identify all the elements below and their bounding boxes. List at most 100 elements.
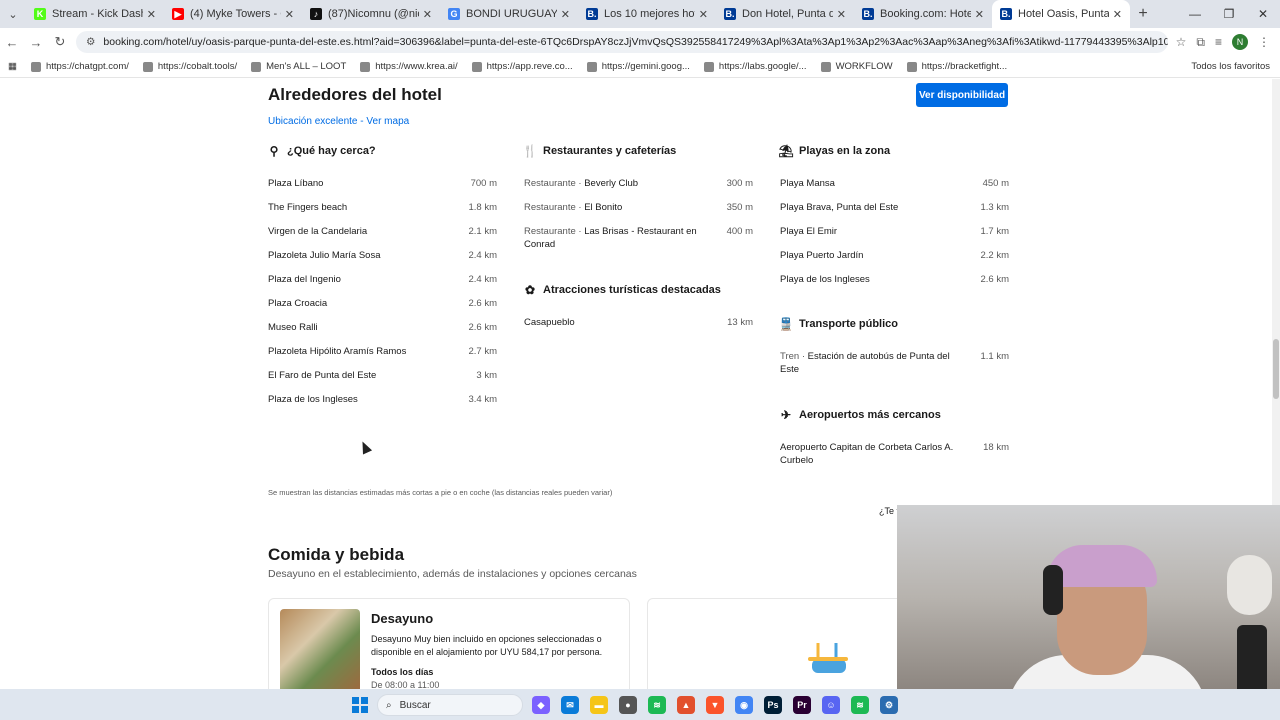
partial-question-link[interactable]: ¿Te f: [879, 506, 899, 516]
mouse-cursor: [357, 439, 373, 455]
bookmark-item[interactable]: https://cobalt.tools/: [142, 61, 237, 72]
place-name: Restaurante · Las Brisas - Restaurant en…: [524, 225, 699, 251]
tab-close-icon[interactable]: ✕: [699, 8, 708, 21]
place-name: Plaza Líbano: [268, 177, 323, 190]
check-availability-button[interactable]: Ver disponibilidad: [916, 83, 1008, 107]
place-name-text: Plaza del Ingenio: [268, 274, 341, 285]
obs-icon[interactable]: ●: [619, 696, 637, 714]
place-row: Playa Puerto Jardín 2.2 km: [780, 249, 1009, 262]
apps-icon[interactable]: ▦: [8, 61, 17, 72]
attraction-icon: ✿: [524, 283, 536, 297]
place-distance: 2.1 km: [468, 226, 497, 237]
site-info-icon[interactable]: ⚙: [86, 36, 95, 48]
bookmark-item[interactable]: https://chatgpt.com/: [30, 61, 129, 72]
bookmark-item[interactable]: https://gemini.goog...: [586, 61, 690, 72]
bookmark-item[interactable]: Men's ALL – LOOT: [251, 61, 346, 72]
bookmark-star-icon[interactable]: ☆: [1176, 35, 1187, 49]
tab-search-icon[interactable]: ⌄: [0, 8, 26, 21]
bookmark-label: https://gemini.goog...: [601, 61, 690, 72]
tab-close-icon[interactable]: ✕: [975, 8, 984, 21]
menu-icon[interactable]: ⋮: [1258, 35, 1270, 49]
place-row: Plaza Croacia 2.6 km: [268, 297, 497, 310]
tab-close-icon[interactable]: ✕: [423, 8, 432, 21]
restaurants-title: Restaurantes y cafeterías: [543, 145, 677, 157]
bookmark-item[interactable]: https://app.reve.co...: [471, 61, 573, 72]
tab-favicon-icon: K: [34, 8, 46, 20]
extensions-icon[interactable]: ⧉: [1196, 35, 1205, 50]
bookmark-item[interactable]: https://bracketfight...: [906, 61, 1007, 72]
attractions-heading: ✿ Atracciones turísticas destacadas: [524, 283, 753, 297]
back-icon[interactable]: ←: [0, 35, 24, 50]
bookmark-item[interactable]: WORKFLOW: [820, 61, 893, 72]
tab-close-icon[interactable]: ✕: [837, 8, 846, 21]
close-window-icon[interactable]: ✕: [1246, 0, 1280, 28]
all-bookmarks[interactable]: Todos los favoritos: [1191, 61, 1270, 72]
chrome-icon[interactable]: ◉: [735, 696, 753, 714]
premiere-icon[interactable]: Pr: [793, 696, 811, 714]
place-name: The Fingers beach: [268, 201, 347, 214]
place-name: Playa Brava, Punta del Este: [780, 201, 898, 214]
browser-tab[interactable]: G BONDI URUGUAY - Busca ✕: [440, 0, 578, 28]
webcam-person-cap: [1047, 545, 1157, 587]
tab-close-icon[interactable]: ✕: [147, 8, 156, 21]
place-name-text: El Faro de Punta del Este: [268, 370, 377, 381]
place-row: Museo Ralli 2.6 km: [268, 321, 497, 334]
place-row: Plaza de los Ingleses 3.4 km: [268, 393, 497, 406]
outlook-icon[interactable]: ✉: [561, 696, 579, 714]
browser-tab[interactable]: B. Los 10 mejores hoteles de ✕: [578, 0, 716, 28]
tab-favicon-icon: B.: [1000, 8, 1012, 20]
tab-label: Los 10 mejores hoteles de: [604, 8, 695, 20]
tab-close-icon[interactable]: ✕: [1113, 8, 1122, 21]
bookmark-item[interactable]: https://www.krea.ai/: [360, 61, 458, 72]
taskbar-search-placeholder: Buscar: [399, 699, 431, 711]
place-name: Playa El Emir: [780, 225, 837, 238]
place-distance: 2.2 km: [980, 250, 1009, 261]
spotify-icon[interactable]: ≋: [648, 696, 666, 714]
nearby-column: ⚲ ¿Qué hay cerca? Plaza Líbano 700 m The Fi…: [268, 144, 497, 417]
bookmark-favicon-icon: [251, 61, 262, 72]
bookmark-item[interactable]: https://labs.google/...: [703, 61, 807, 72]
place-distance: 13 km: [727, 317, 753, 328]
webcam-background-object: [1227, 555, 1272, 615]
browser-tab[interactable]: K Stream - Kick Dashboard ✕: [26, 0, 164, 28]
url-field[interactable]: ⚙ booking.com/hotel/uy/oasis-parque-punt…: [76, 31, 1168, 53]
place-category: Tren ·: [780, 351, 808, 362]
tab-close-icon[interactable]: ✕: [285, 8, 294, 21]
view-map-link[interactable]: Ubicación excelente - Ver mapa: [268, 116, 409, 127]
browser-tab[interactable]: ♪ (87)Nicomnu (@nicomnu ✕: [302, 0, 440, 28]
browser-tab[interactable]: B. Booking.com: Hoteles en ✕: [854, 0, 992, 28]
media-control-icon[interactable]: ≡: [1215, 35, 1222, 49]
copilot-icon[interactable]: ◆: [532, 696, 550, 714]
new-tab-button[interactable]: +: [1130, 5, 1156, 23]
minimize-icon[interactable]: —: [1178, 0, 1212, 28]
brave-icon[interactable]: ▲: [677, 696, 695, 714]
maximize-icon[interactable]: ❐: [1212, 0, 1246, 28]
brave-alt-icon[interactable]: ▼: [706, 696, 724, 714]
profile-avatar[interactable]: N: [1232, 34, 1248, 50]
settings-icon[interactable]: ⚙: [880, 696, 898, 714]
reload-icon[interactable]: ↻: [48, 34, 72, 50]
place-row: Playa El Emir 1.7 km: [780, 225, 1009, 238]
spotify-alt-icon[interactable]: ≋: [851, 696, 869, 714]
windows-start-icon[interactable]: [352, 697, 368, 713]
place-distance: 3 km: [476, 370, 497, 381]
place-name-text: Plaza Líbano: [268, 178, 324, 189]
browser-tab[interactable]: B. Hotel Oasis, Punta del Es ✕: [992, 0, 1130, 28]
file-explorer-icon[interactable]: ▬: [590, 696, 608, 714]
webcam-overlay: [897, 505, 1280, 689]
food-bowl-icon: [808, 643, 848, 673]
taskbar-search[interactable]: ⌕ Buscar: [377, 694, 523, 716]
tab-close-icon[interactable]: ✕: [561, 8, 570, 21]
scrollbar-thumb[interactable]: [1273, 339, 1279, 399]
browser-tab[interactable]: B. Don Hotel, Punta del Este ✕: [716, 0, 854, 28]
photoshop-icon[interactable]: Ps: [764, 696, 782, 714]
place-name-text: Plazoleta Hipólito Aramís Ramos: [268, 346, 407, 357]
tab-favicon-icon: B.: [862, 8, 874, 20]
browser-tab[interactable]: ▶ (4) Myke Towers - Ga ✕: [164, 0, 302, 28]
forward-icon[interactable]: →: [24, 35, 48, 50]
place-name: Restaurante · El Bonito: [524, 201, 622, 214]
place-row: Restaurante · El Bonito 350 m: [524, 201, 753, 214]
place-name-text: Aeropuerto Capitan de Corbeta Carlos A. …: [780, 442, 954, 466]
nearby-heading: ⚲ ¿Qué hay cerca?: [268, 144, 497, 158]
discord-icon[interactable]: ☺: [822, 696, 840, 714]
